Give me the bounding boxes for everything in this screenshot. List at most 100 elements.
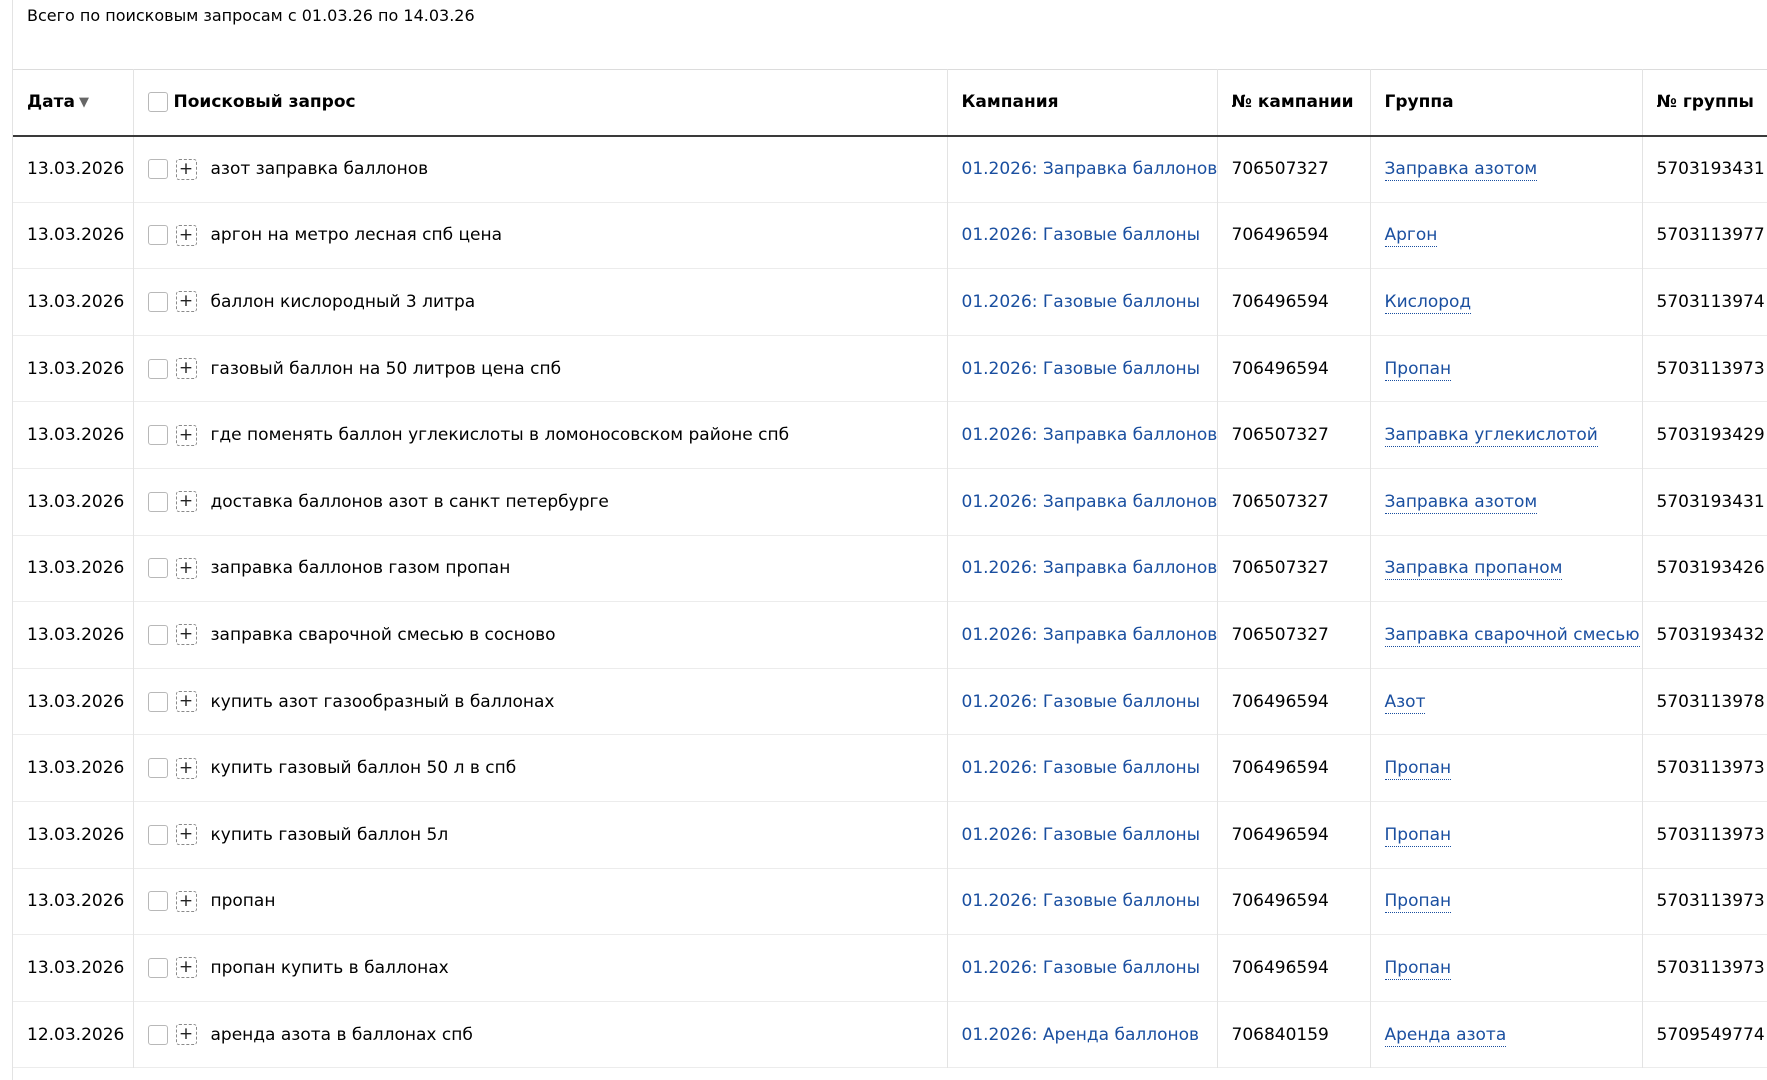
campaign-no-value: 706840159 [1231, 1024, 1329, 1045]
column-header-campaign[interactable]: Кампания [947, 69, 1218, 136]
date-cell: 13.03.2026 [13, 868, 134, 935]
add-phrase-plus-icon[interactable]: + [175, 757, 197, 779]
add-phrase-plus-icon[interactable]: + [175, 557, 197, 579]
campaign-link[interactable]: 01.2026: Газовые баллоны [962, 692, 1201, 712]
group-link[interactable]: Заправка азотом [1384, 491, 1538, 514]
campaign-no-cell: 706496594 [1217, 868, 1371, 935]
campaign-link[interactable]: 01.2026: Газовые баллоны [962, 359, 1201, 379]
add-phrase-plus-icon[interactable]: + [175, 624, 197, 646]
add-phrase-plus-icon[interactable]: + [175, 957, 197, 979]
campaign-link[interactable]: 01.2026: Заправка баллонов [962, 425, 1217, 445]
group-no-value: 5703113978 [1656, 691, 1765, 712]
group-link[interactable]: Пропан [1384, 957, 1452, 980]
group-link[interactable]: Кислород [1384, 291, 1472, 314]
add-phrase-plus-icon[interactable]: + [175, 1024, 197, 1046]
campaign-link[interactable]: 01.2026: Заправка баллонов [962, 492, 1217, 512]
column-header-group-no-label: № группы [1656, 92, 1754, 113]
group-cell: Азот [1370, 668, 1643, 735]
add-phrase-plus-icon[interactable]: + [175, 424, 197, 446]
row-checkbox[interactable] [147, 159, 168, 180]
group-cell: Заправка сварочной смесью [1370, 601, 1643, 669]
add-phrase-plus-icon[interactable]: + [175, 224, 197, 246]
campaign-link[interactable]: 01.2026: Газовые баллоны [962, 292, 1201, 312]
group-no-value: 5703113973 [1656, 891, 1765, 912]
row-checkbox[interactable] [147, 225, 168, 246]
query-cell: + заправка сварочной смесью в сосново [133, 601, 948, 669]
add-phrase-plus-icon[interactable]: + [175, 491, 197, 513]
group-no-cell: 5703113973 [1642, 335, 1767, 402]
table-row: 13.03.2026 + пропан купить в баллонах 01.20… [13, 934, 1767, 1002]
group-link[interactable]: Заправка сварочной смесью [1384, 624, 1640, 647]
campaign-link[interactable]: 01.2026: Заправка баллонов [962, 558, 1217, 578]
row-checkbox[interactable] [147, 358, 168, 379]
add-phrase-plus-icon[interactable]: + [175, 158, 197, 180]
add-phrase-plus-icon[interactable]: + [175, 890, 197, 912]
row-checkbox[interactable] [147, 891, 168, 912]
group-no-cell: 5703113978 [1642, 668, 1767, 735]
group-link[interactable]: Аренда азота [1384, 1024, 1507, 1047]
row-checkbox[interactable] [147, 291, 168, 312]
column-header-campaign-no-label: № кампании [1231, 92, 1354, 113]
group-cell: Заправка пропаном [1370, 535, 1643, 602]
table-body: 13.03.2026 + азот заправка баллонов 01.2026… [13, 135, 1767, 1068]
query-text: купить газовый баллон 5л [210, 824, 449, 845]
group-link[interactable]: Заправка пропаном [1384, 558, 1563, 581]
group-link[interactable]: Пропан [1384, 358, 1452, 381]
row-checkbox[interactable] [147, 1024, 168, 1045]
select-all-checkbox[interactable] [147, 92, 168, 113]
campaign-link[interactable]: 01.2026: Газовые баллоны [962, 825, 1201, 845]
campaign-link[interactable]: 01.2026: Газовые баллоны [962, 758, 1201, 778]
group-link[interactable]: Аргон [1384, 225, 1438, 248]
date-value: 13.03.2026 [27, 491, 125, 512]
campaign-link[interactable]: 01.2026: Газовые баллоны [962, 891, 1201, 911]
row-checkbox[interactable] [147, 624, 168, 645]
query-text: купить азот газообразный в баллонах [210, 691, 555, 712]
report-summary-title: Всего по поисковым запросам с 01.03.26 п… [27, 6, 475, 25]
row-checkbox[interactable] [147, 491, 168, 512]
date-cell: 13.03.2026 [13, 934, 134, 1002]
column-header-date[interactable]: Дата ▼ [13, 69, 134, 136]
row-checkbox[interactable] [147, 691, 168, 712]
table-row: 13.03.2026 + доставка баллонов азот в санк… [13, 468, 1767, 536]
group-link[interactable]: Пропан [1384, 824, 1452, 847]
group-link[interactable]: Пропан [1384, 891, 1452, 914]
campaign-link[interactable]: 01.2026: Аренда баллонов [962, 1025, 1200, 1045]
campaign-link[interactable]: 01.2026: Газовые баллоны [962, 225, 1201, 245]
row-checkbox[interactable] [147, 824, 168, 845]
campaign-no-value: 706496594 [1231, 358, 1329, 379]
column-header-query: Поисковый запрос [133, 69, 948, 136]
column-header-group-label: Группа [1384, 92, 1454, 113]
group-no-cell: 5703113973 [1642, 801, 1767, 868]
group-link[interactable]: Заправка углекислотой [1384, 425, 1598, 448]
add-phrase-plus-icon[interactable]: + [175, 691, 197, 713]
campaign-cell: 01.2026: Заправка баллонов [947, 535, 1218, 602]
campaign-link[interactable]: 01.2026: Заправка баллонов [962, 625, 1217, 645]
group-no-value: 5703113973 [1656, 824, 1765, 845]
date-value: 13.03.2026 [27, 758, 125, 779]
group-cell: Пропан [1370, 335, 1643, 402]
column-header-group[interactable]: Группа [1370, 69, 1643, 136]
date-cell: 13.03.2026 [13, 801, 134, 869]
group-no-cell: 5703113973 [1642, 868, 1767, 935]
group-no-value: 5703193426 [1656, 558, 1765, 579]
add-phrase-plus-icon[interactable]: + [175, 291, 197, 313]
group-link[interactable]: Заправка азотом [1384, 159, 1538, 182]
campaign-no-cell: 706496594 [1217, 268, 1371, 336]
group-link[interactable]: Пропан [1384, 758, 1452, 781]
add-phrase-plus-icon[interactable]: + [175, 824, 197, 846]
row-checkbox[interactable] [147, 758, 168, 779]
column-header-group-no[interactable]: № группы [1642, 70, 1767, 136]
query-cell: + заправка баллонов газом пропан [133, 535, 948, 602]
row-checkbox[interactable] [147, 425, 168, 446]
row-checkbox[interactable] [147, 558, 168, 579]
sort-desc-icon[interactable]: ▼ [79, 95, 89, 110]
date-value: 12.03.2026 [27, 1024, 125, 1045]
column-header-campaign-no[interactable]: № кампании [1217, 69, 1371, 136]
campaign-link[interactable]: 01.2026: Газовые баллоны [962, 958, 1201, 978]
group-link[interactable]: Азот [1384, 691, 1426, 714]
row-checkbox[interactable] [147, 957, 168, 978]
group-no-cell: 5709549774 [1642, 1001, 1767, 1068]
add-phrase-plus-icon[interactable]: + [175, 358, 197, 380]
group-cell: Заправка углекислотой [1370, 401, 1643, 469]
campaign-link[interactable]: 01.2026: Заправка баллонов [962, 159, 1217, 179]
